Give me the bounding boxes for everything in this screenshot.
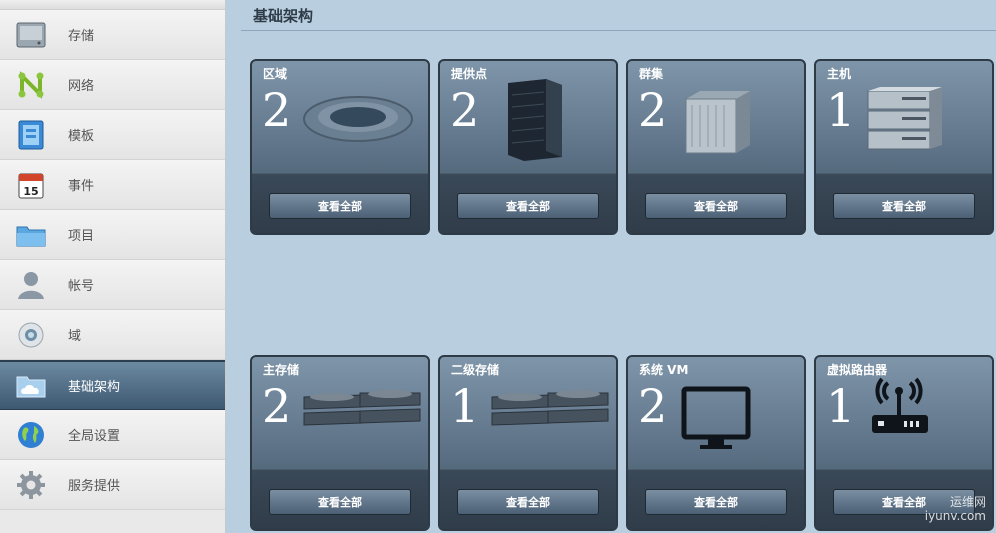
card-count: 1 (826, 83, 856, 137)
sidebar-item-accounts[interactable]: 帐号 (0, 260, 225, 310)
view-all-pods-button[interactable]: 查看全部 (457, 192, 599, 219)
sidebar-item-projects[interactable]: 项目 (0, 210, 225, 260)
card-count: 2 (450, 83, 480, 137)
sidebar-item-template[interactable]: 模板 (0, 110, 225, 160)
sidebar-item-events[interactable]: 15 事件 (0, 160, 225, 210)
svg-text:15: 15 (23, 185, 38, 198)
main-panel: 基础架构 区域 2 查看全部 提供点 2 查看全部 群集 2 查看全部 主机 1… (241, 0, 996, 533)
card-system-vms: 系统 VM 2 查看全部 (626, 355, 806, 531)
card-title: 主机 (827, 67, 852, 81)
page-header: 基础架构 (241, 0, 996, 31)
card-title: 主存储 (263, 363, 300, 377)
calendar-icon: 15 (14, 168, 48, 202)
card-count: 2 (638, 379, 668, 433)
card-clusters: 群集 2 查看全部 (626, 59, 806, 235)
watermark-line1: 运维网 (949, 495, 986, 509)
sidebar-item-label: 存储 (68, 29, 95, 44)
sidebar-item-label: 域 (68, 329, 82, 344)
watermark: 运维网 iyunv.com (882, 493, 992, 527)
card-count: 1 (450, 379, 480, 433)
card-secondary-storage: 二级存储 1 查看全部 (438, 355, 618, 531)
view-all-primary-storage-button[interactable]: 查看全部 (269, 488, 411, 515)
sidebar-item-global-settings[interactable]: 全局设置 (0, 410, 225, 460)
sidebar-item-label: 项目 (68, 229, 95, 244)
router-icon (866, 373, 986, 459)
view-all-system-vms-button[interactable]: 查看全部 (645, 488, 787, 515)
sidebar-item-network[interactable]: 网络 (0, 60, 225, 110)
domain-icon (14, 318, 48, 352)
view-all-zones-button[interactable]: 查看全部 (269, 192, 411, 219)
sidebar-item-label: 网络 (68, 79, 95, 94)
view-all-secondary-storage-button[interactable]: 查看全部 (457, 488, 599, 515)
network-icon (14, 68, 48, 102)
sidebar-item-label: 事件 (68, 179, 95, 194)
card-count: 2 (638, 83, 668, 137)
zone-ring-icon (302, 77, 422, 163)
card-count: 1 (826, 379, 856, 433)
card-primary-storage: 主存储 2 查看全部 (250, 355, 430, 531)
page-title: 基础架构 (253, 6, 314, 25)
sidebar-item-label: 基础架构 (68, 380, 121, 395)
sidebar-item-domains[interactable]: 域 (0, 310, 225, 360)
gear-icon (14, 468, 48, 502)
template-icon (14, 118, 48, 152)
card-title: 提供点 (451, 67, 488, 81)
sidebar-item-infrastructure[interactable]: 基础架构 (0, 360, 225, 410)
secondary-storage-icon (490, 373, 610, 459)
sidebar-bottom (0, 510, 225, 530)
sidebar-item-label: 模板 (68, 129, 95, 144)
sidebar-item-service-offerings[interactable]: 服务提供 (0, 460, 225, 510)
sidebar-item-label: 全局设置 (68, 429, 121, 444)
sidebar-item-label: 帐号 (68, 279, 95, 294)
primary-storage-icon (302, 373, 422, 459)
card-title: 群集 (639, 67, 664, 81)
view-all-clusters-button[interactable]: 查看全部 (645, 192, 787, 219)
host-server-icon (866, 77, 986, 163)
card-title: 区域 (263, 67, 288, 81)
monitor-icon (678, 373, 798, 459)
folder-icon (14, 218, 48, 252)
sidebar-top-edge (0, 0, 225, 10)
cluster-box-icon (678, 77, 798, 163)
card-count: 2 (262, 83, 292, 137)
view-all-hosts-button[interactable]: 查看全部 (833, 192, 975, 219)
sidebar-item-label: 服务提供 (68, 479, 121, 494)
card-hosts: 主机 1 查看全部 (814, 59, 994, 235)
user-icon (14, 268, 48, 302)
sidebar: 存储 网络 模板 15 事件 项目 帐号 域 基础架构 全局设置 服务提供 (0, 0, 226, 533)
storage-drive-icon (14, 18, 48, 52)
sidebar-item-storage[interactable]: 存储 (0, 10, 225, 60)
globe-icon (14, 418, 48, 452)
card-count: 2 (262, 379, 292, 433)
pod-rack-icon (490, 77, 610, 163)
watermark-line2: iyunv.com (924, 509, 986, 523)
cloud-folder-icon (14, 369, 48, 403)
card-pods: 提供点 2 查看全部 (438, 59, 618, 235)
card-zones: 区域 2 查看全部 (250, 59, 430, 235)
